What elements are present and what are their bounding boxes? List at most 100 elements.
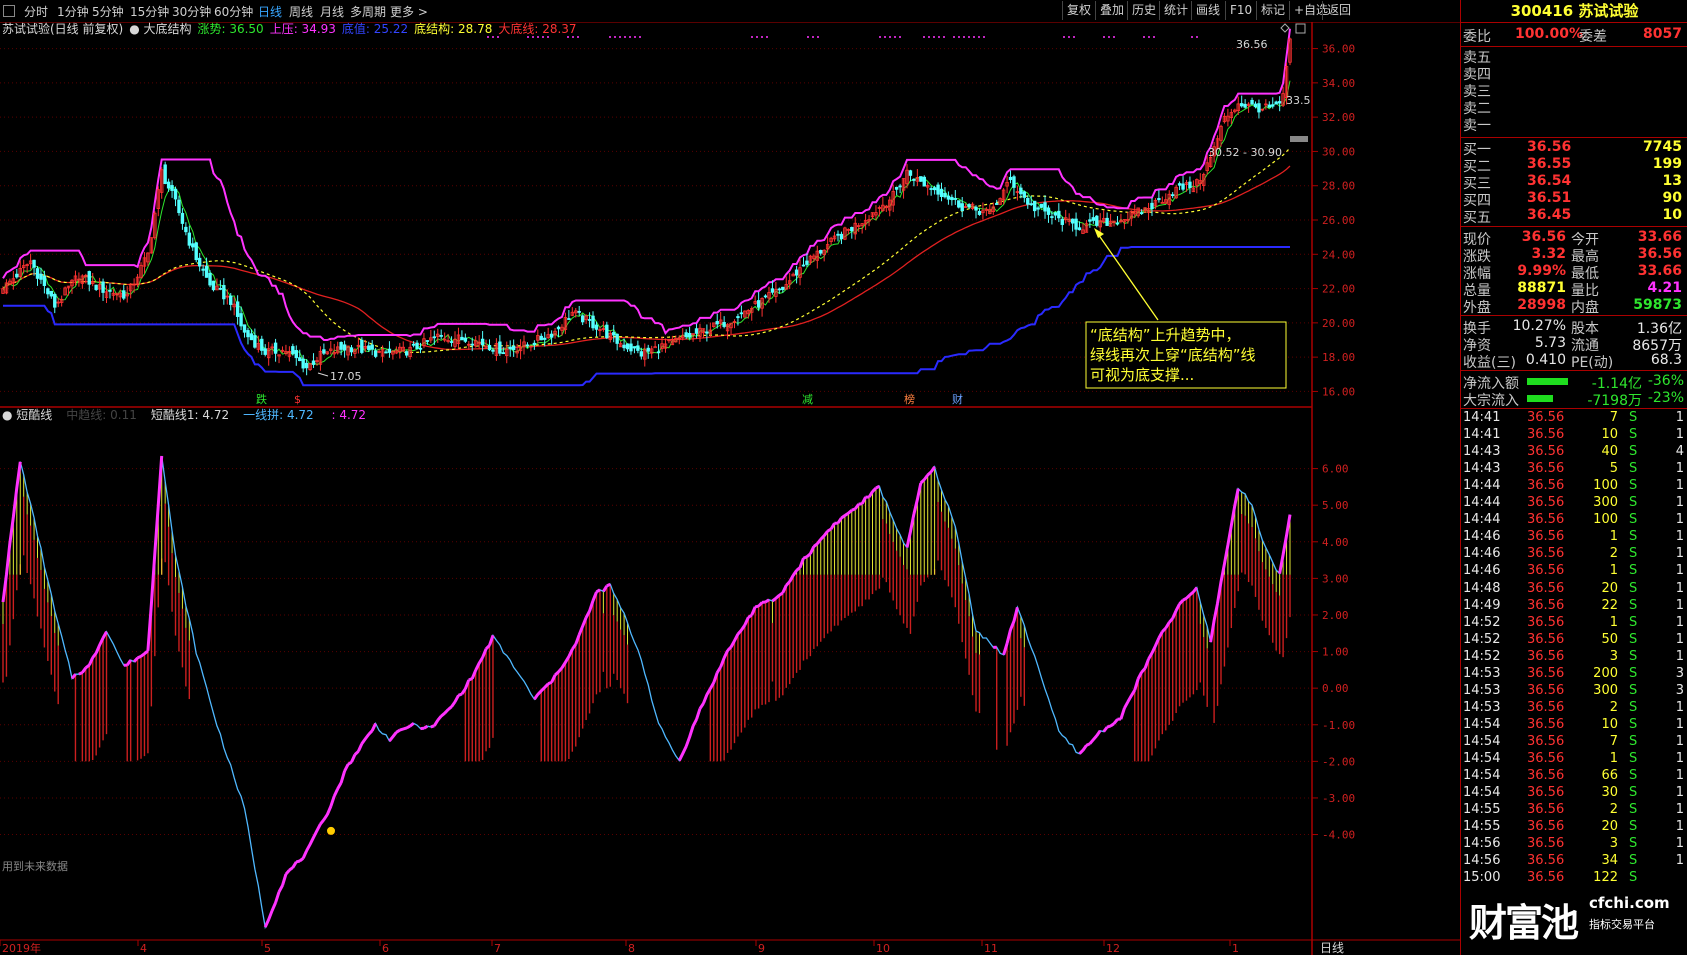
signal-dot <box>614 36 616 38</box>
tick-count: 1 <box>1675 751 1684 766</box>
indicator-name: ● 大底结构 <box>129 22 191 36</box>
period-toolbar: 分时 1分钟 5分钟 15分钟 30分钟 60分钟 日线 周线 月线 多周期 更多 > 复权 叠加 历史统… <box>0 0 1460 23</box>
candle-body <box>953 198 958 200</box>
signal-dot <box>1196 36 1198 38</box>
tick-price: 36.56 <box>1527 495 1565 511</box>
tick-volume: 1 <box>1609 529 1618 545</box>
tick-time: 14:53 <box>1463 665 1501 681</box>
candle-body <box>722 322 726 327</box>
candle-body <box>1022 191 1027 198</box>
period-tab-5[interactable]: 60分钟 <box>214 3 253 20</box>
signal-dot <box>983 36 985 38</box>
diamond-icon[interactable] <box>1280 23 1290 33</box>
candle-body <box>463 337 468 342</box>
tick-count: 1 <box>1675 563 1684 579</box>
watermark-slogan: 指标交易平台 <box>1589 918 1655 931</box>
flow-label: 大宗流入 <box>1463 393 1519 409</box>
candle-body <box>1060 218 1064 225</box>
watermark-logo: 财富池 cfchi.com 指标交易平台 <box>1469 888 1687 946</box>
candle-body <box>939 188 944 197</box>
period-tab-10[interactable]: 更多 > <box>390 3 428 20</box>
candle-body <box>1057 210 1061 219</box>
period-tab-0[interactable]: 分时 <box>24 3 48 20</box>
period-tab-3[interactable]: 15分钟 <box>130 3 169 20</box>
tick-count: 1 <box>1675 819 1684 835</box>
signal-dot <box>634 36 636 38</box>
toolbar-button-0[interactable]: 复权 <box>1062 1 1095 20</box>
toolbar-button-2[interactable]: 历史 <box>1127 1 1160 20</box>
signal-marker: $ <box>294 393 301 406</box>
tick-side: S <box>1629 716 1638 732</box>
toolbar-button-5[interactable]: F10 <box>1225 1 1256 20</box>
candle-body <box>919 176 923 182</box>
tick-side: S <box>1629 785 1638 801</box>
candle-body <box>1095 215 1099 226</box>
period-tab-6[interactable]: 日线 <box>258 3 282 20</box>
tick-side: S <box>1629 546 1638 562</box>
sub-y-tick-label: 6.00 <box>1322 463 1349 476</box>
candle-body <box>108 290 112 292</box>
toolbar-button-3[interactable]: 统计 <box>1159 1 1192 20</box>
tick-side: S <box>1629 699 1638 715</box>
period-tab-8[interactable]: 月线 <box>320 3 344 20</box>
sub-header: ● 短酷线 中趋线: 0.11 短酷线1: 4.72 一线拼: 4.72 : 4.72 <box>2 407 366 422</box>
candle-body <box>912 178 916 181</box>
toolbar-button-6[interactable]: 标记 <box>1256 1 1289 20</box>
side-price-label: 33.5 <box>1286 94 1311 107</box>
buy-level-price: 36.55 <box>1527 156 1572 172</box>
signal-dot <box>629 36 631 38</box>
tick-side: S <box>1629 410 1638 425</box>
stat-value: 3.32 <box>1531 246 1566 262</box>
tick-time: 14:52 <box>1463 631 1501 647</box>
tick-count: 1 <box>1675 733 1684 749</box>
candle-body <box>1243 103 1247 108</box>
sub-y-tick-label: -2.00 <box>1322 755 1355 768</box>
signal-dot <box>1103 36 1105 38</box>
candle-body <box>1091 217 1096 221</box>
tick-volume: 40 <box>1601 444 1618 460</box>
sub-indicator-value: 一线拼: 4.72 <box>243 408 314 422</box>
period-tab-2[interactable]: 5分钟 <box>92 3 124 20</box>
tick-volume: 30 <box>1601 785 1618 801</box>
toolbar-button-1[interactable]: 叠加 <box>1095 1 1128 20</box>
period-tab-9[interactable]: 多周期 <box>350 3 386 20</box>
tick-volume: 300 <box>1593 682 1618 698</box>
histogram-bars <box>2 456 1291 762</box>
x-axis-label: 1 <box>1232 942 1239 955</box>
candle-body <box>253 335 257 348</box>
tick-price: 36.56 <box>1527 819 1565 835</box>
buy-level-volume: 7745 <box>1643 139 1682 155</box>
signal-dot <box>884 36 886 38</box>
signal-dot <box>577 36 579 38</box>
maximize-icon[interactable] <box>1295 23 1306 34</box>
sub-y-tick-label: -3.00 <box>1322 792 1355 805</box>
buy-signal-dot <box>327 826 335 835</box>
menu-square-icon[interactable] <box>3 5 15 17</box>
candle-body <box>629 343 633 352</box>
period-tab-1[interactable]: 1分钟 <box>57 3 89 20</box>
stat-label: PE(动) <box>1571 355 1614 371</box>
tick-time: 14:43 <box>1463 444 1501 460</box>
candle-body <box>511 345 516 350</box>
period-tab-4[interactable]: 30分钟 <box>172 3 211 20</box>
chart-canvas[interactable]: 16.0018.0020.0022.0024.0026.0028.0030.00… <box>0 22 1460 955</box>
candle-body <box>781 286 785 291</box>
stat-label: 收益(三) <box>1463 355 1516 371</box>
toolbar-button-4[interactable]: 画线 <box>1191 1 1224 20</box>
candle-body <box>794 269 799 276</box>
sub-y-tick-label: 2.00 <box>1322 609 1349 622</box>
stat-value: 33.66 <box>1637 263 1682 279</box>
tick-volume: 2 <box>1609 802 1618 818</box>
tick-price: 36.56 <box>1527 733 1565 749</box>
main-y-tick-label: 16.00 <box>1322 385 1355 398</box>
candle-body <box>1177 183 1182 186</box>
buy-level-label: 买五 <box>1463 210 1491 226</box>
toolbar-button-8[interactable]: 返回 <box>1322 1 1355 20</box>
weibi-label: 委比 <box>1463 29 1491 45</box>
period-tab-7[interactable]: 周线 <box>289 3 313 20</box>
candle-body <box>850 227 854 232</box>
signal-dot <box>609 36 611 38</box>
candle-body <box>184 226 188 233</box>
candle-body <box>639 351 644 357</box>
candle-body <box>936 184 940 195</box>
